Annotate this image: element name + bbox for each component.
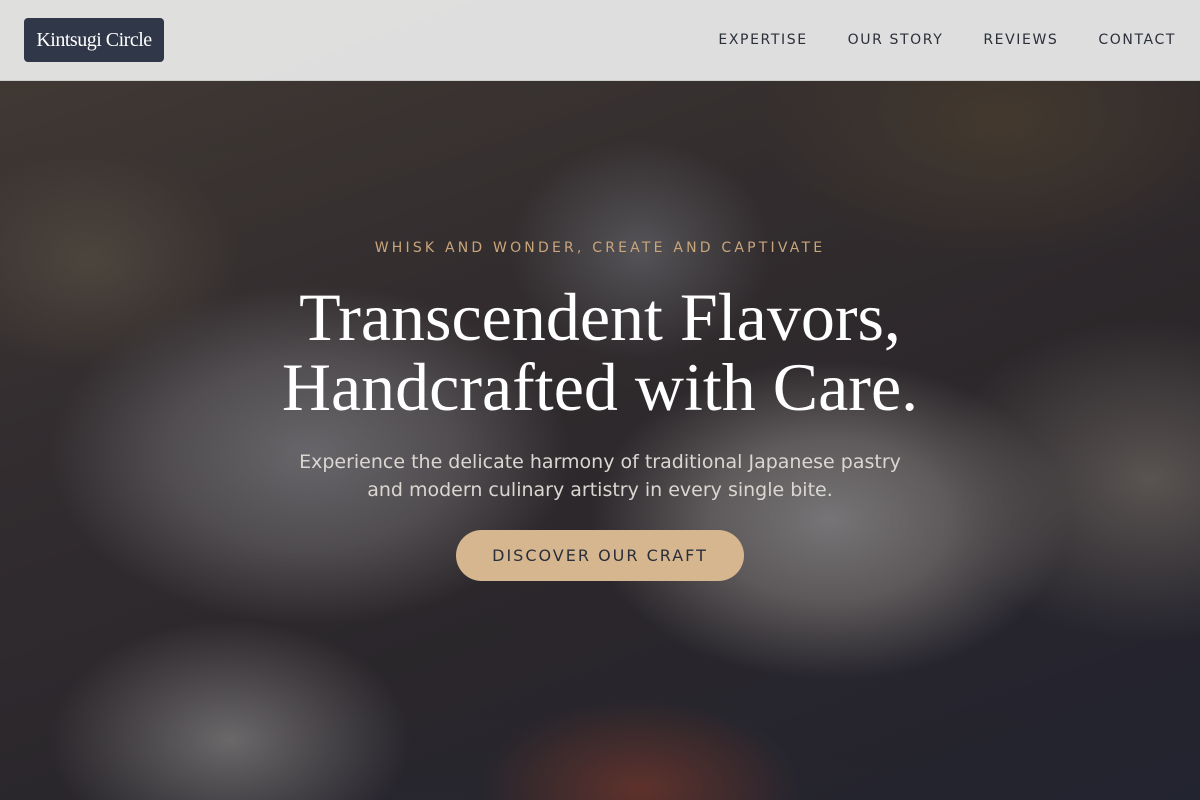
- main-nav: EXPERTISE OUR STORY REVIEWS CONTACT: [718, 0, 1176, 80]
- hero-headline-line-1: Transcendent Flavors,: [299, 279, 901, 355]
- nav-link-contact[interactable]: CONTACT: [1098, 32, 1176, 48]
- hero-tagline: WHISK AND WONDER, CREATE AND CAPTIVATE: [374, 240, 826, 256]
- hero-description-line-2: and modern culinary artistry in every si…: [367, 479, 833, 501]
- logo[interactable]: Kintsugi Circle: [24, 18, 164, 62]
- hero-section: WHISK AND WONDER, CREATE AND CAPTIVATE T…: [0, 238, 1200, 581]
- nav-link-reviews[interactable]: REVIEWS: [983, 32, 1058, 48]
- nav-link-our-story[interactable]: OUR STORY: [848, 32, 944, 48]
- hero-headline: Transcendent Flavors, Handcrafted with C…: [150, 282, 1050, 422]
- hero-headline-line-2: Handcrafted with Care.: [281, 349, 919, 425]
- site-header: Kintsugi Circle EXPERTISE OUR STORY REVI…: [0, 0, 1200, 81]
- page: Kintsugi Circle EXPERTISE OUR STORY REVI…: [0, 0, 1200, 800]
- hero-description-line-1: Experience the delicate harmony of tradi…: [299, 451, 901, 473]
- discover-our-craft-button[interactable]: DISCOVER OUR CRAFT: [456, 530, 744, 581]
- nav-link-expertise[interactable]: EXPERTISE: [718, 32, 807, 48]
- hero-description: Experience the delicate harmony of tradi…: [250, 448, 950, 504]
